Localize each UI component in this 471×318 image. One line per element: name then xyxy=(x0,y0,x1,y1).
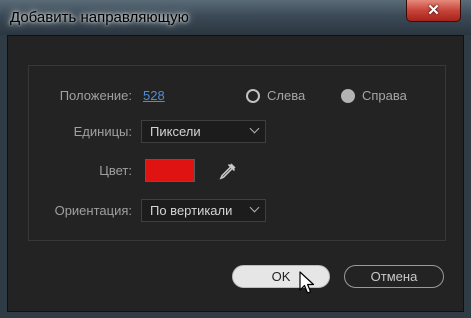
window-title: Добавить направляющую xyxy=(10,9,189,26)
title-bar: Добавить направляющую ✕ xyxy=(0,0,471,35)
color-label: Цвет: xyxy=(99,163,132,178)
radio-left[interactable] xyxy=(246,89,260,103)
units-label: Единицы: xyxy=(73,124,132,139)
orientation-select-value: По вертикали xyxy=(150,203,233,218)
position-value[interactable]: 528 xyxy=(143,88,165,103)
close-icon: ✕ xyxy=(427,2,440,19)
mouse-pointer-icon xyxy=(299,271,315,294)
orientation-select[interactable]: По вертикали xyxy=(141,199,266,222)
chevron-down-icon xyxy=(249,202,260,213)
position-label: Положение: xyxy=(59,88,132,103)
orientation-label: Ориентация: xyxy=(54,203,132,218)
color-swatch[interactable] xyxy=(145,159,195,182)
units-select[interactable]: Пиксели xyxy=(141,120,266,143)
radio-left-label[interactable]: Слева xyxy=(267,88,305,103)
close-button[interactable]: ✕ xyxy=(406,0,461,22)
radio-right[interactable] xyxy=(341,89,355,103)
radio-right-label[interactable]: Справа xyxy=(362,88,407,103)
dialog-body: Положение: 528 Слева Справа Единицы: Пик… xyxy=(7,35,464,312)
cancel-button[interactable]: Отмена xyxy=(344,265,444,288)
chevron-down-icon xyxy=(249,123,260,134)
eyedropper-icon[interactable] xyxy=(218,161,238,181)
units-select-value: Пиксели xyxy=(150,124,201,139)
